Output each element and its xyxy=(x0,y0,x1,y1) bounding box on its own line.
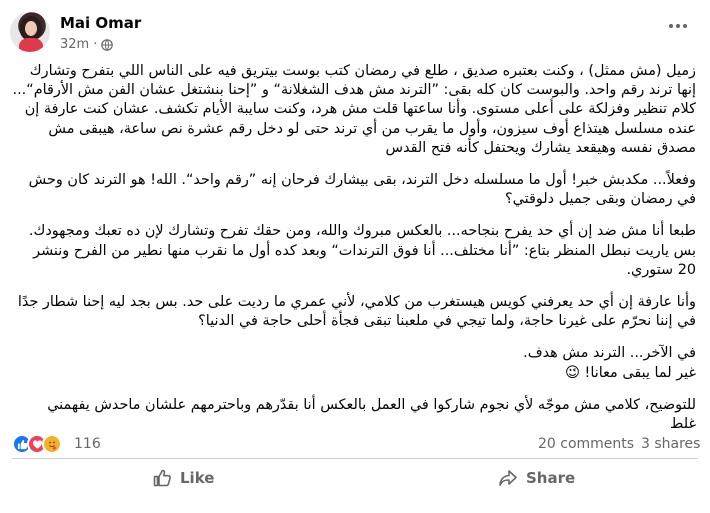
author-name[interactable]: Mai Omar xyxy=(60,14,141,32)
action-bar: Like Share xyxy=(0,460,710,496)
post-text-line: غير لما يبقى معانا! 😉 xyxy=(564,364,696,381)
share-label: Share xyxy=(526,469,576,487)
reaction-count[interactable]: 116 xyxy=(74,436,101,452)
post-paragraph: في الآخر... الترند مش هدف. غير لما يبقى م… xyxy=(8,344,696,382)
avatar[interactable] xyxy=(10,12,50,52)
post-paragraph: وأنا عارفة إن أي حد يعرفني كويس هيستغرب … xyxy=(8,293,696,331)
post-text-line: زميل (مش ممثل) ، وكنت بعتبره صديق ، طلع … xyxy=(29,63,696,79)
post-text-line: 20 ستوري. xyxy=(626,261,696,278)
post-text-line: في رمضان وبقى جميل دلوقتي؟ xyxy=(504,191,696,208)
post-text-line: مصدق نفسه وهيقعد يشارك ويحتفل كأنه فتح ا… xyxy=(385,139,696,156)
comments-count[interactable]: 20 comments xyxy=(538,436,634,452)
post-text-line: عنده مسلسل هيتذاع أوف سيزون، وأول ما يقر… xyxy=(48,120,696,137)
post-time[interactable]: 32m xyxy=(60,37,89,52)
post-text-line: للتوضيح، كلامي مش موجّه لأي نجوم شاركوا … xyxy=(47,396,696,413)
avatar-body xyxy=(19,38,43,52)
divider xyxy=(12,458,698,459)
post-text-line: طبعا أنا مش ضد إن أي حد يفرح بنجاحه... ب… xyxy=(28,223,696,240)
post-text-line: إنها ترند رقم واحد. والبوست كان كله بقى:… xyxy=(12,82,696,99)
care-icon xyxy=(42,434,62,454)
post-paragraph: زميل (مش ممثل) ، وكنت بعتبره صديق ، طلع … xyxy=(8,62,696,158)
like-label: Like xyxy=(180,469,215,487)
post-meta: 32m · xyxy=(60,37,114,52)
post-text-line: كلام تنظير وفزلكة على أعلى مستوى. وأنا س… xyxy=(24,101,696,118)
more-options-icon[interactable] xyxy=(664,16,692,36)
post-text-line: بس ياريت نبطل المنظر بتاع: ”أنا مختلف...… xyxy=(33,242,696,259)
post-paragraph: وفعلاً... مكدبش خبر! أول ما مسلسله دخل ا… xyxy=(8,171,696,209)
post-text-line: في الآخر... الترند مش هدف. xyxy=(523,345,696,362)
meta-separator: · xyxy=(93,37,98,52)
shares-count[interactable]: 3 shares xyxy=(641,436,700,452)
thumbs-up-icon xyxy=(153,469,171,487)
like-button[interactable]: Like xyxy=(152,462,214,494)
avatar-face xyxy=(25,21,37,36)
post-paragraph: طبعا أنا مش ضد إن أي حد يفرح بنجاحه... ب… xyxy=(8,222,696,280)
share-button[interactable]: Share xyxy=(498,462,575,494)
globe-icon[interactable] xyxy=(101,38,114,51)
reactions-bar: 116 20 comments 3 shares xyxy=(0,428,710,460)
reaction-icons[interactable] xyxy=(12,434,62,454)
post-content: زميل (مش ممثل) ، وكنت بعتبره صديق ، طلع … xyxy=(8,62,696,447)
share-icon xyxy=(499,470,517,486)
post-text-line: وأنا عارفة إن أي حد يعرفني كويس هيستغرب … xyxy=(17,294,696,311)
post-text-line: وفعلاً... مكدبش خبر! أول ما مسلسله دخل ا… xyxy=(28,172,696,189)
post-text-line: في إننا نحرّم على غيرنا حاجة، ولما تيجي … xyxy=(198,313,696,330)
post-header: Mai Omar 32m · xyxy=(0,0,710,62)
